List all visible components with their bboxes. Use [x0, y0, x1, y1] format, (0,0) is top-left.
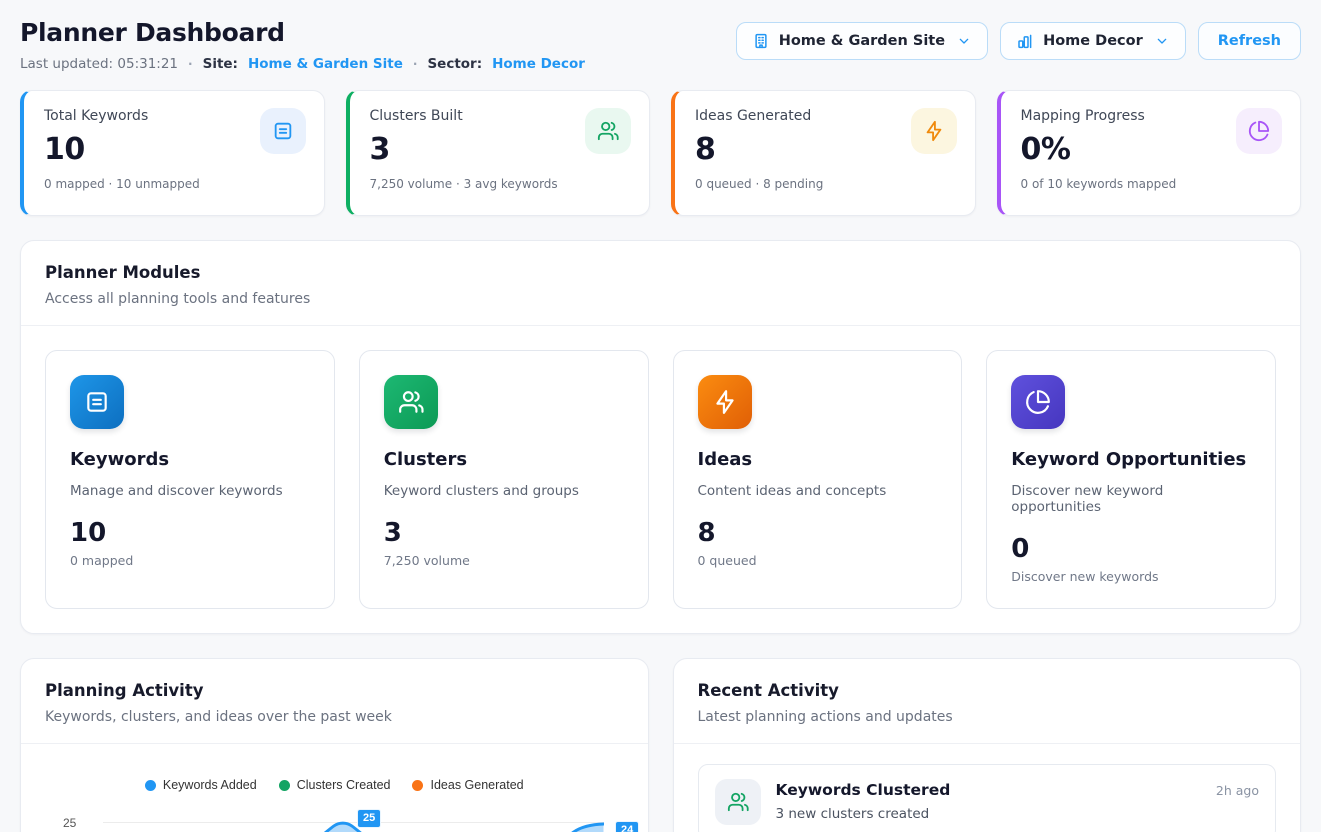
area-chart-plot: 25 25 24 [45, 816, 624, 832]
users-icon [715, 779, 761, 825]
module-value: 8 [698, 518, 938, 548]
module-value: 0 [1011, 534, 1251, 564]
data-point-label-peak: 25 [357, 809, 381, 828]
module-value: 10 [70, 518, 310, 548]
module-card-keywords[interactable]: Keywords Manage and discover keywords 10… [45, 350, 335, 609]
sector-link[interactable]: Home Decor [492, 56, 585, 72]
data-point-label-right: 24 [615, 821, 639, 832]
last-updated-text: Last updated: 05:31:21 [20, 56, 178, 72]
sector-selector-value: Home Decor [1043, 33, 1143, 49]
stat-subtext: 0 of 10 keywords mapped [1021, 177, 1281, 191]
meta-separator: · [188, 57, 193, 71]
activity-timestamp: 2h ago [1216, 783, 1259, 798]
legend-dot-orange [412, 780, 423, 791]
module-card-clusters[interactable]: Clusters Keyword clusters and groups 3 7… [359, 350, 649, 609]
stat-card-clusters-built: Clusters Built 3 7,250 volume · 3 avg ke… [346, 90, 651, 216]
legend-label: Keywords Added [163, 778, 257, 792]
document-icon [260, 108, 306, 154]
activity-description: 3 new clusters created [776, 806, 1260, 822]
recent-activity-panel: Recent Activity Latest planning actions … [673, 658, 1302, 832]
site-link[interactable]: Home & Garden Site [248, 56, 403, 72]
users-icon [585, 108, 631, 154]
meta-separator: · [413, 57, 418, 71]
module-card-keyword-opportunities[interactable]: Keyword Opportunities Discover new keywo… [986, 350, 1276, 609]
site-label: Site: [203, 56, 238, 72]
planner-modules-header: Planner Modules Access all planning tool… [21, 241, 1300, 326]
building-icon [752, 32, 770, 50]
page-title: Planner Dashboard [20, 18, 585, 47]
document-icon [70, 375, 124, 429]
modules-grid: Keywords Manage and discover keywords 10… [21, 326, 1300, 633]
module-title: Clusters [384, 449, 624, 470]
module-title: Keyword Opportunities [1011, 449, 1251, 470]
activity-item-keywords-clustered[interactable]: Keywords Clustered 2h ago 3 new clusters… [698, 764, 1277, 832]
stats-row: Total Keywords 10 0 mapped · 10 unmapped… [20, 90, 1301, 216]
module-description: Discover new keyword opportunities [1011, 483, 1251, 515]
pie-chart-icon [1011, 375, 1065, 429]
module-title: Keywords [70, 449, 310, 470]
section-title: Recent Activity [698, 681, 1277, 700]
header-left: Planner Dashboard Last updated: 05:31:21… [20, 18, 585, 72]
keywords-added-series [103, 816, 604, 832]
pie-chart-icon [1236, 108, 1282, 154]
section-title: Planner Modules [45, 263, 1276, 282]
legend-item-ideas-generated: Ideas Generated [412, 778, 523, 792]
legend-label: Ideas Generated [430, 778, 523, 792]
legend-dot-blue [145, 780, 156, 791]
chevron-down-icon [1154, 33, 1170, 49]
legend-item-keywords-added: Keywords Added [145, 778, 257, 792]
site-selector-value: Home & Garden Site [779, 33, 945, 49]
bolt-icon [911, 108, 957, 154]
stat-subtext: 7,250 volume · 3 avg keywords [370, 177, 630, 191]
page-header: Planner Dashboard Last updated: 05:31:21… [20, 18, 1301, 72]
section-title: Planning Activity [45, 681, 624, 700]
header-meta: Last updated: 05:31:21 · Site: Home & Ga… [20, 56, 585, 72]
activity-title: Keywords Clustered [776, 781, 951, 799]
legend-label: Clusters Created [297, 778, 391, 792]
planner-dashboard-page: Planner Dashboard Last updated: 05:31:21… [0, 0, 1321, 832]
stat-card-total-keywords: Total Keywords 10 0 mapped · 10 unmapped [20, 90, 325, 216]
bar-chart-icon [1016, 32, 1034, 50]
module-title: Ideas [698, 449, 938, 470]
module-subtext: 7,250 volume [384, 553, 624, 568]
stat-subtext: 0 mapped · 10 unmapped [44, 177, 304, 191]
stat-card-ideas-generated: Ideas Generated 8 0 queued · 8 pending [671, 90, 976, 216]
activity-content: Keywords Clustered 2h ago 3 new clusters… [776, 779, 1260, 822]
section-subtitle: Access all planning tools and features [45, 291, 1276, 307]
module-description: Keyword clusters and groups [384, 483, 624, 499]
users-icon [384, 375, 438, 429]
recent-activity-list: Keywords Clustered 2h ago 3 new clusters… [674, 744, 1301, 832]
activity-toprow: Keywords Clustered 2h ago [776, 781, 1260, 799]
legend-dot-green [279, 780, 290, 791]
stat-card-mapping-progress: Mapping Progress 0% 0 of 10 keywords map… [997, 90, 1302, 216]
activity-chart: Keywords Added Clusters Created Ideas Ge… [21, 744, 648, 832]
module-value: 3 [384, 518, 624, 548]
site-selector-dropdown[interactable]: Home & Garden Site [736, 22, 988, 60]
module-subtext: Discover new keywords [1011, 569, 1251, 584]
y-axis-tick: 25 [63, 816, 76, 830]
chevron-down-icon [956, 33, 972, 49]
stat-subtext: 0 queued · 8 pending [695, 177, 955, 191]
planner-modules-panel: Planner Modules Access all planning tool… [20, 240, 1301, 634]
sector-label: Sector: [427, 56, 482, 72]
planning-activity-header: Planning Activity Keywords, clusters, an… [21, 659, 648, 744]
module-card-ideas[interactable]: Ideas Content ideas and concepts 8 0 que… [673, 350, 963, 609]
recent-activity-header: Recent Activity Latest planning actions … [674, 659, 1301, 744]
bottom-row: Planning Activity Keywords, clusters, an… [20, 658, 1301, 832]
chart-legend: Keywords Added Clusters Created Ideas Ge… [45, 778, 624, 792]
legend-item-clusters-created: Clusters Created [279, 778, 391, 792]
section-subtitle: Latest planning actions and updates [698, 709, 1277, 725]
bolt-icon [698, 375, 752, 429]
header-controls: Home & Garden Site Home Decor Refresh [736, 22, 1301, 60]
module-subtext: 0 queued [698, 553, 938, 568]
refresh-button[interactable]: Refresh [1198, 22, 1301, 60]
section-subtitle: Keywords, clusters, and ideas over the p… [45, 709, 624, 725]
module-subtext: 0 mapped [70, 553, 310, 568]
sector-selector-dropdown[interactable]: Home Decor [1000, 22, 1186, 60]
module-description: Manage and discover keywords [70, 483, 310, 499]
module-description: Content ideas and concepts [698, 483, 938, 499]
planning-activity-panel: Planning Activity Keywords, clusters, an… [20, 658, 649, 832]
